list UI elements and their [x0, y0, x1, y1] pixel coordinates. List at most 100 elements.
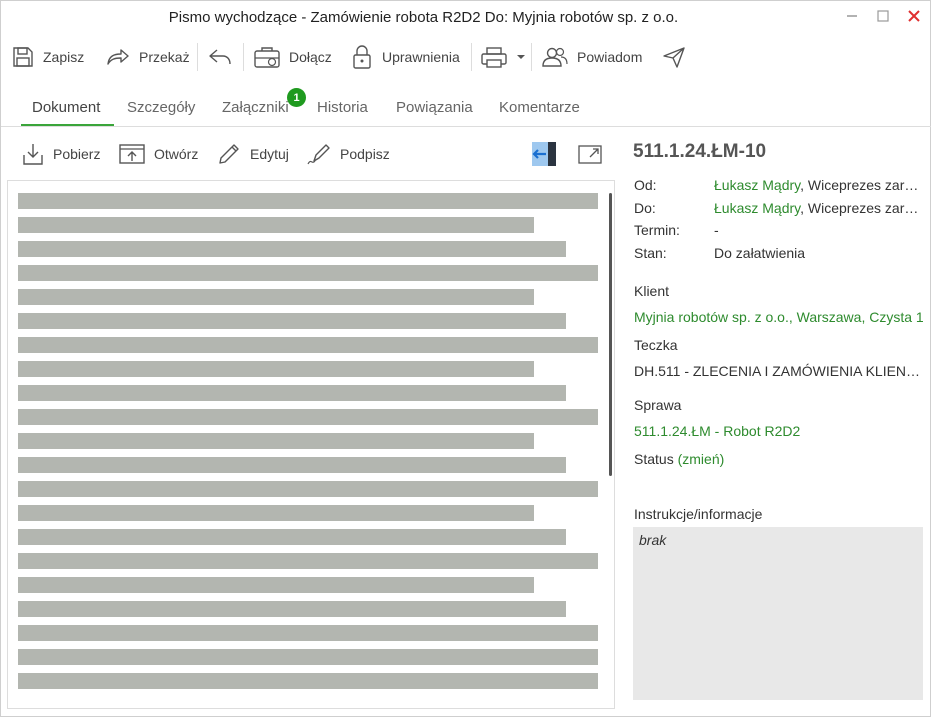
- from-value: Łukasz Mądry, Wiceprezes zarządu: [714, 177, 924, 193]
- sign-button[interactable]: Podpisz: [306, 138, 390, 170]
- instructions-label: Instrukcje/informacje: [634, 506, 763, 522]
- state-value: Do załatwienia: [714, 245, 806, 261]
- instructions-value: brak: [639, 532, 667, 548]
- attachments-count-badge: 1: [287, 88, 306, 107]
- attach-button[interactable]: Dołącz: [253, 39, 332, 75]
- client-link[interactable]: Myjnia robotów sp. z o.o., Warszawa, Czy…: [634, 309, 924, 325]
- text-line: [18, 433, 534, 449]
- to-label: Do:: [634, 200, 656, 216]
- open-label: Otwórz: [154, 146, 199, 162]
- pencil-icon: [219, 144, 239, 164]
- deadline-label: Termin:: [634, 222, 680, 238]
- print-button[interactable]: [480, 39, 526, 75]
- document-preview[interactable]: [7, 180, 615, 709]
- forward-icon: [107, 49, 129, 65]
- reply-button[interactable]: [207, 39, 233, 75]
- download-button[interactable]: Pobierz: [21, 138, 100, 170]
- toolbar-divider: [197, 43, 198, 71]
- permissions-label: Uprawnienia: [382, 49, 460, 65]
- collapse-panel-button[interactable]: [530, 138, 558, 170]
- text-line: [18, 241, 566, 257]
- preview-scrollbar[interactable]: [609, 193, 612, 476]
- text-line: [18, 553, 598, 569]
- tab-history[interactable]: Historia: [317, 99, 368, 116]
- text-line: [18, 409, 598, 425]
- tab-document[interactable]: Dokument: [32, 99, 100, 116]
- deadline-value: -: [714, 222, 719, 238]
- status-change-link[interactable]: (zmień): [678, 451, 725, 467]
- save-label: Zapisz: [43, 49, 85, 65]
- attach-label: Dołącz: [289, 49, 332, 65]
- toolbar-divider: [531, 43, 532, 71]
- folder-value: DH.511 - ZLECENIA I ZAMÓWIENIA KLIENTÓW: [634, 363, 924, 379]
- tab-relations[interactable]: Powiązania: [396, 99, 473, 116]
- edit-button[interactable]: Edytuj: [216, 138, 289, 170]
- active-tab-indicator: [21, 124, 114, 126]
- text-line: [18, 313, 566, 329]
- save-icon: [13, 47, 33, 67]
- to-role: , Wiceprezes zarządu: [800, 200, 924, 216]
- download-label: Pobierz: [53, 146, 101, 162]
- folder-label: Teczka: [634, 337, 678, 353]
- document-number: 511.1.24.ŁM-10: [633, 141, 767, 162]
- sign-label: Podpisz: [340, 146, 390, 162]
- text-line: [18, 625, 598, 641]
- to-value: Łukasz Mądry, Wiceprezes zarządu: [714, 200, 924, 216]
- text-line: [18, 481, 598, 497]
- edit-label: Edytuj: [250, 146, 289, 162]
- tab-attachments[interactable]: Załączniki: [222, 99, 289, 116]
- text-line: [18, 601, 566, 617]
- text-line: [18, 217, 534, 233]
- maximize-icon[interactable]: [871, 5, 895, 27]
- case-link[interactable]: 511.1.24.ŁM - Robot R2D2: [634, 423, 924, 439]
- send-icon: [663, 47, 685, 68]
- open-window-icon: [119, 144, 145, 164]
- close-icon[interactable]: [902, 5, 926, 27]
- open-button[interactable]: Otwórz: [118, 138, 198, 170]
- send-button[interactable]: [661, 39, 687, 75]
- signature-pen-icon: [307, 144, 330, 165]
- to-name-link[interactable]: Łukasz Mądry: [714, 200, 800, 216]
- forward-label: Przekaż: [139, 49, 190, 65]
- notify-label: Powiadom: [577, 49, 643, 65]
- chevron-down-icon[interactable]: [516, 53, 526, 61]
- from-name-link[interactable]: Łukasz Mądry: [714, 177, 800, 193]
- arrow-left-panel-icon: [532, 142, 556, 166]
- toolbar-divider: [471, 43, 472, 71]
- text-line: [18, 649, 598, 665]
- fullscreen-button[interactable]: [576, 138, 604, 170]
- text-line: [18, 673, 598, 689]
- lock-icon: [353, 45, 371, 69]
- status-label: Status: [634, 451, 674, 467]
- text-line: [18, 361, 534, 377]
- users-icon: [542, 47, 568, 67]
- download-icon: [23, 144, 43, 165]
- document-window: Pismo wychodzące - Zamówienie robota R2D…: [0, 0, 931, 717]
- permissions-button[interactable]: Uprawnienia: [350, 39, 460, 75]
- state-label: Stan:: [634, 245, 667, 261]
- printer-icon: [481, 47, 507, 68]
- briefcase-icon: [254, 47, 280, 68]
- title-bar: Pismo wychodzące - Zamówienie robota R2D…: [1, 1, 931, 33]
- text-line: [18, 457, 566, 473]
- text-line: [18, 193, 598, 209]
- expand-icon: [578, 145, 602, 164]
- text-line: [18, 289, 534, 305]
- main-toolbar: Zapisz Przekaż Dołącz Uprawnienia Powiad…: [1, 39, 931, 75]
- text-line: [18, 529, 566, 545]
- minimize-icon[interactable]: [840, 5, 864, 27]
- tab-comments[interactable]: Komentarze: [499, 99, 580, 116]
- notify-button[interactable]: Powiadom: [541, 39, 642, 75]
- instructions-box[interactable]: brak: [633, 527, 923, 700]
- reply-icon: [209, 49, 231, 65]
- case-label: Sprawa: [634, 397, 682, 413]
- tab-details[interactable]: Szczegóły: [127, 99, 195, 116]
- text-line: [18, 577, 534, 593]
- forward-button[interactable]: Przekaż: [105, 39, 190, 75]
- text-line: [18, 385, 566, 401]
- status-row: Status (zmień): [634, 451, 724, 467]
- window-title: Pismo wychodzące - Zamówienie robota R2D…: [168, 9, 679, 26]
- from-role: , Wiceprezes zarządu: [800, 177, 924, 193]
- text-line: [18, 337, 598, 353]
- save-button[interactable]: Zapisz: [11, 39, 84, 75]
